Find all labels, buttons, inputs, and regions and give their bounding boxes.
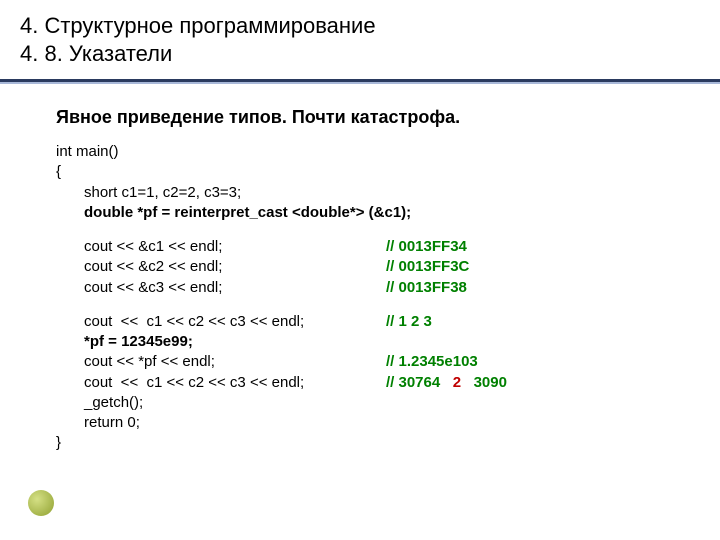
header-line1: 4. Структурное программирование: [20, 13, 376, 38]
c4a: // 30764: [386, 374, 440, 391]
bullet-dot-icon: [28, 490, 54, 516]
code-left: cout << c1 << c2 << c3 << endl;: [56, 312, 386, 332]
slide-header: 4. Структурное программирование 4. 8. Ук…: [0, 0, 720, 75]
code-left: cout << &c1 << endl;: [56, 237, 386, 257]
header-title: 4. Структурное программирование 4. 8. Ук…: [20, 12, 700, 67]
code-block: int main() { short c1=1, c2=2, c3=3; dou…: [56, 142, 670, 454]
code-row: cout << &c1 << endl; // 0013FF34: [56, 237, 670, 257]
content-subtitle: Явное приведение типов. Почти катастрофа…: [56, 107, 670, 128]
c4b: 2: [453, 374, 461, 391]
code-line: {: [56, 162, 670, 182]
code-comment: // 1.2345e103: [386, 352, 478, 372]
code-line: return 0;: [56, 413, 670, 433]
c4c: 3090: [474, 374, 507, 391]
header-line2: 4. 8. Указатели: [20, 41, 172, 66]
code-left: cout << &c2 << endl;: [56, 257, 386, 277]
spacer: [56, 223, 670, 237]
code-line: _getch();: [56, 393, 670, 413]
slide-content: Явное приведение типов. Почти катастрофа…: [0, 87, 720, 454]
code-line: }: [56, 433, 670, 453]
code-comment: // 0013FF38: [386, 278, 467, 298]
code-comment: // 0013FF34: [386, 237, 467, 257]
code-line: short c1=1, c2=2, c3=3;: [56, 183, 670, 203]
code-row: cout << &c2 << endl; // 0013FF3C: [56, 257, 670, 277]
code-row: cout << c1 << c2 << c3 << endl; // 30764…: [56, 373, 670, 393]
header-divider: [0, 79, 720, 87]
code-row: cout << *pf << endl; // 1.2345e103: [56, 352, 670, 372]
divider-light: [0, 82, 720, 84]
spacer: [56, 298, 670, 312]
code-left: cout << c1 << c2 << c3 << endl;: [56, 373, 386, 393]
code-row: cout << &c3 << endl; // 0013FF38: [56, 278, 670, 298]
code-comment: // 0013FF3C: [386, 257, 469, 277]
code-left: cout << *pf << endl;: [56, 352, 386, 372]
code-line: *pf = 12345e99;: [56, 332, 670, 352]
code-line: double *pf = reinterpret_cast <double*> …: [56, 203, 670, 223]
code-row: cout << c1 << c2 << c3 << endl; // 1 2 3: [56, 312, 670, 332]
code-comment: // 30764 2 3090: [386, 373, 507, 393]
code-line: int main(): [56, 142, 670, 162]
code-comment: // 1 2 3: [386, 312, 432, 332]
code-left: cout << &c3 << endl;: [56, 278, 386, 298]
